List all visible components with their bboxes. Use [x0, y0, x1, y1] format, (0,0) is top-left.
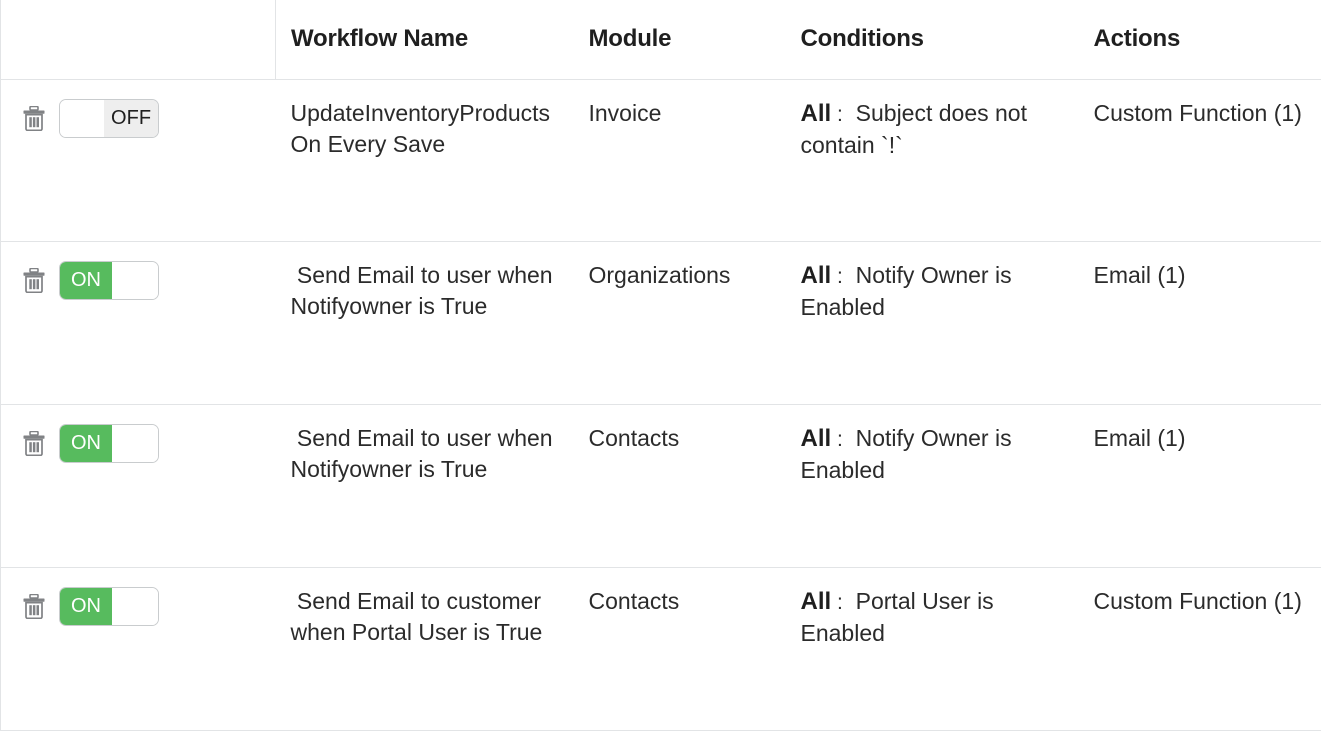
actions-cell: Custom Function (1): [1076, 79, 1321, 243]
toggle-label: ON: [60, 262, 112, 300]
workflow-status-toggle[interactable]: ON: [59, 424, 159, 464]
table-row: ON Send Email to user when Notifyowner i…: [0, 241, 1321, 406]
toggle-knob: [60, 99, 105, 137]
toggle-knob: [111, 262, 158, 300]
condition-prefix: All: [800, 99, 832, 127]
conditions-cell: All : Notify Owner is Enabled: [786, 241, 1077, 406]
conditions-cell: All : Portal User is Enabled: [786, 567, 1077, 731]
trash-icon[interactable]: [23, 105, 45, 131]
column-header-module: Module: [583, 0, 787, 80]
condition-prefix: All: [800, 425, 832, 453]
actions-cell: Email (1): [1076, 404, 1321, 569]
workflow-status-toggle[interactable]: ON: [59, 587, 159, 627]
workflow-name-text: Send Email to user when Notifyowner is T…: [290, 262, 559, 320]
column-header-actions: Actions: [1076, 0, 1321, 80]
table-row: ON Send Email to user when Notifyowner i…: [0, 404, 1321, 569]
workflow-list-table: Workflow Name Module Conditions Actions: [0, 0, 1321, 731]
module-cell: Contacts: [583, 404, 787, 569]
row-controls-cell: ON: [0, 241, 276, 406]
workflow-name-cell: UpdateInventoryProducts On Every Save: [275, 79, 584, 243]
toggle-label: ON: [60, 588, 112, 626]
toggle-label: OFF: [104, 99, 158, 137]
module-cell: Invoice: [583, 79, 787, 243]
module-cell: Organizations: [583, 241, 787, 406]
trash-icon[interactable]: [23, 268, 45, 294]
column-header-conditions: Conditions: [786, 0, 1077, 80]
actions-cell: Custom Function (1): [1076, 567, 1321, 731]
row-controls-cell: ON: [0, 404, 276, 569]
workflow-name-cell: Send Email to user when Notifyowner is T…: [275, 241, 584, 406]
workflow-name-text: Send Email to user when Notifyowner is T…: [290, 425, 559, 483]
column-header-controls: [0, 0, 276, 80]
actions-cell: Email (1): [1076, 241, 1321, 406]
workflow-name-cell: Send Email to customer when Portal User …: [275, 567, 584, 731]
table-row: OFF UpdateInventoryProducts On Every Sav…: [0, 79, 1321, 243]
trash-icon[interactable]: [23, 594, 45, 620]
trash-icon[interactable]: [23, 431, 45, 457]
toggle-label: ON: [60, 425, 112, 463]
row-controls-cell: OFF: [0, 79, 276, 243]
workflow-name-text: Send Email to customer when Portal User …: [290, 588, 548, 646]
condition-prefix: All: [800, 262, 832, 290]
module-cell: Contacts: [583, 567, 787, 731]
column-header-workflow-name: Workflow Name: [275, 0, 584, 80]
toggle-knob: [111, 425, 158, 463]
table-header-row: Workflow Name Module Conditions Actions: [0, 0, 1321, 80]
row-controls-cell: ON: [0, 567, 276, 731]
workflow-name-cell: Send Email to user when Notifyowner is T…: [275, 404, 584, 569]
workflow-status-toggle[interactable]: ON: [59, 261, 159, 301]
workflow-status-toggle[interactable]: OFF: [59, 98, 159, 138]
toggle-knob: [111, 588, 158, 626]
conditions-cell: All : Notify Owner is Enabled: [786, 404, 1077, 569]
table-header: Workflow Name Module Conditions Actions: [0, 0, 1321, 80]
workflow-name-text: UpdateInventoryProducts On Every Save: [290, 99, 557, 157]
condition-prefix: All: [800, 588, 832, 616]
conditions-cell: All : Subject does not contain `!`: [786, 79, 1077, 243]
table-body: OFF UpdateInventoryProducts On Every Sav…: [0, 79, 1321, 731]
table-row: ON Send Email to customer when Portal Us…: [0, 567, 1321, 731]
